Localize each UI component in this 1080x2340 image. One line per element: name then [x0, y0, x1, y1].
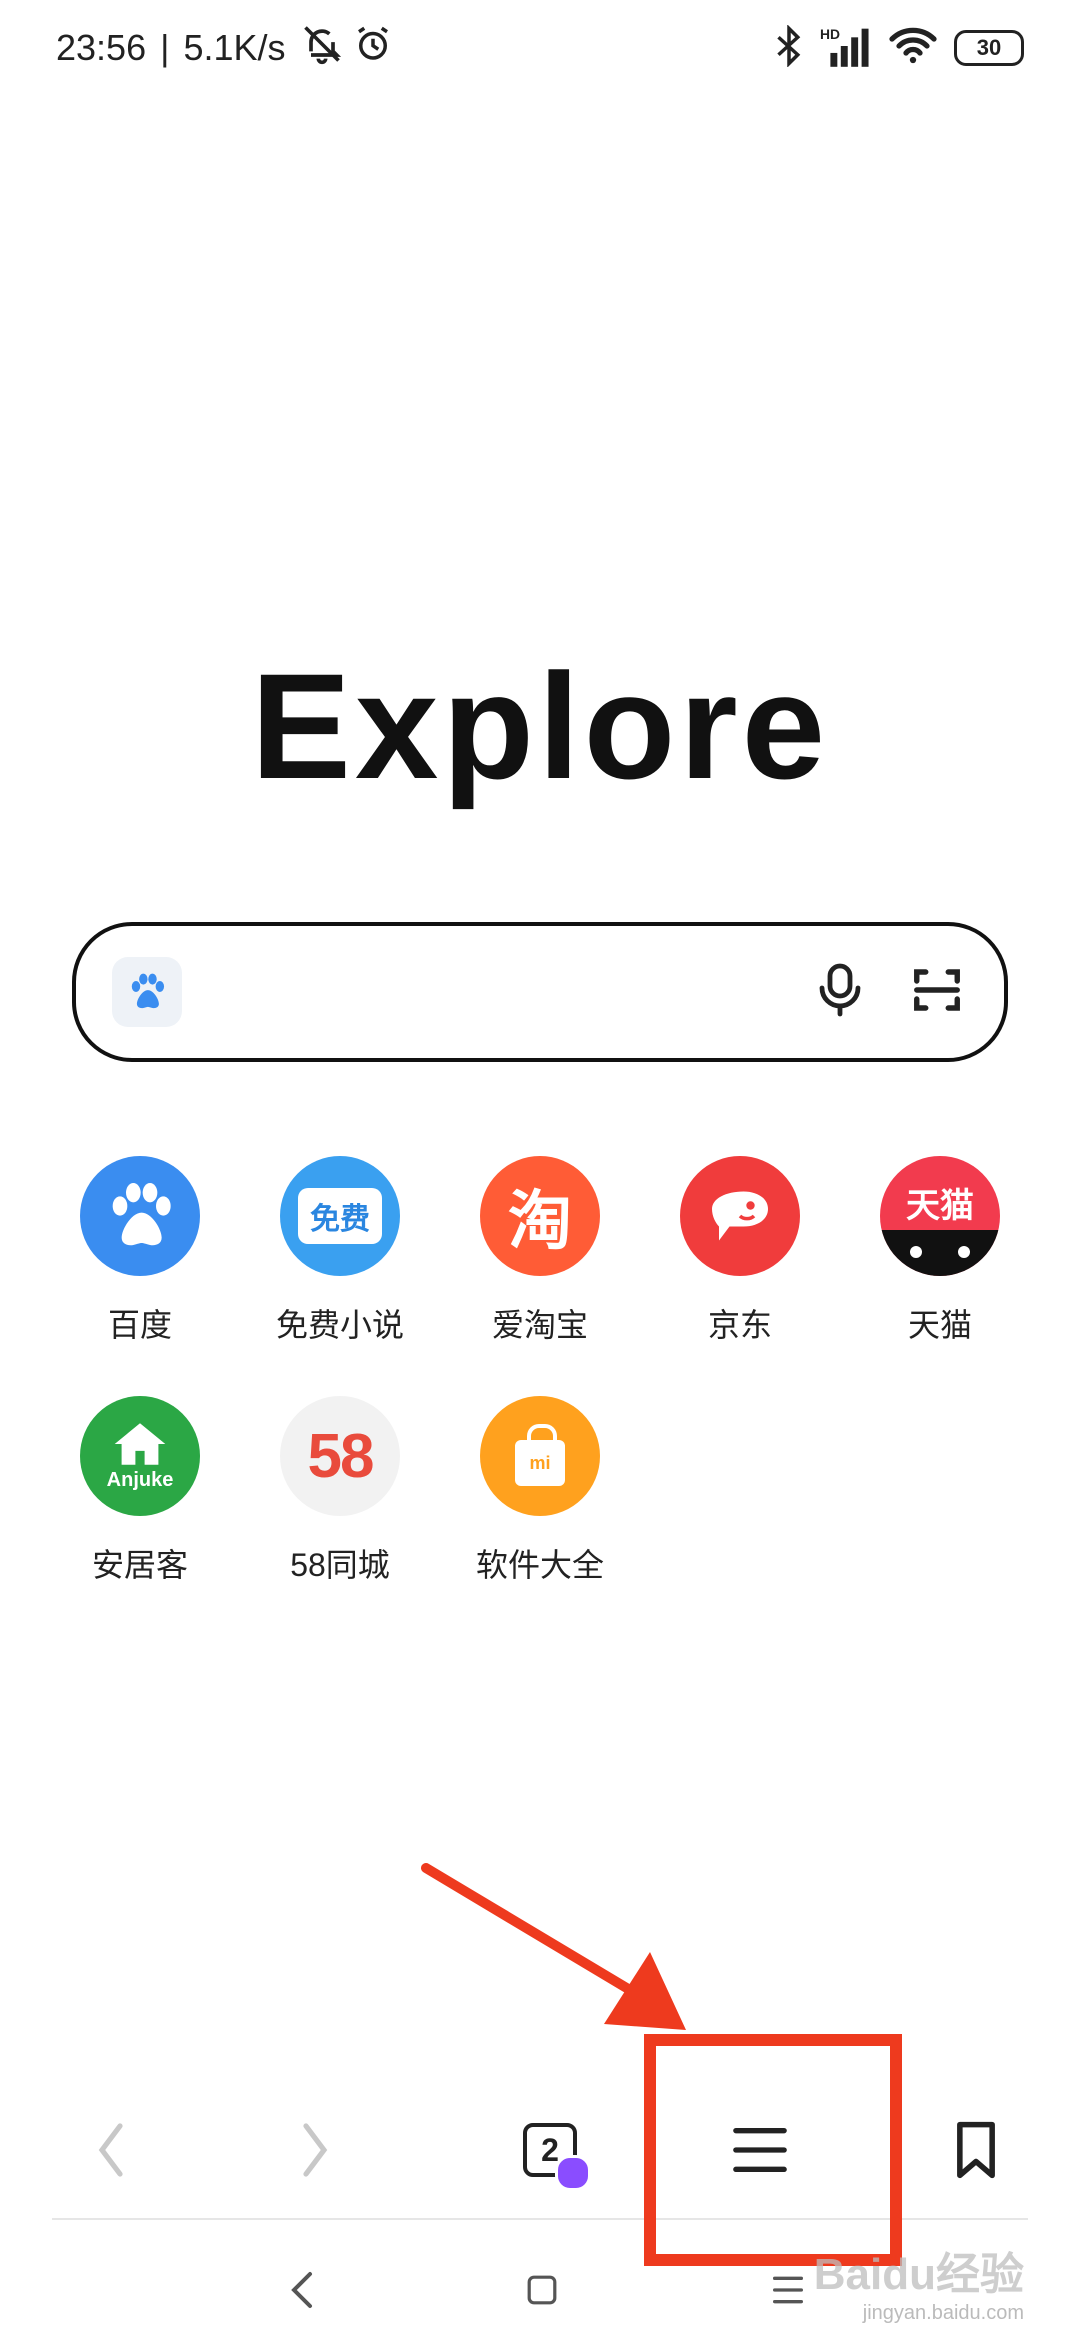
book-icon: 免费 [280, 1156, 400, 1276]
shortcut-58tongcheng[interactable]: 58 58同城 [240, 1396, 440, 1586]
bluetooth-icon [774, 23, 804, 72]
tmall-icon-text: 天猫 [906, 1187, 974, 1225]
status-separator: | [160, 27, 170, 68]
shortcut-label: 爱淘宝 [491, 1307, 588, 1343]
taobao-icon-text: 淘 [508, 1185, 572, 1257]
status-right: HD 30 [774, 22, 1024, 74]
bell-off-icon [300, 22, 344, 75]
shopping-bag-icon: mi [480, 1396, 600, 1516]
search-input[interactable] [202, 970, 796, 1014]
wifi-icon [888, 25, 938, 72]
status-time: 23:56 [56, 27, 147, 68]
shortcut-free-novels[interactable]: 免费 免费小说 [240, 1156, 440, 1346]
search-bar[interactable] [72, 922, 1008, 1062]
search-actions [816, 962, 964, 1023]
annotation-highlight-box [644, 2034, 902, 2266]
bookmark-icon [957, 2121, 995, 2179]
nav-recents-button[interactable] [758, 2260, 818, 2320]
nav-back-button[interactable] [272, 2260, 332, 2320]
shortcut-app-store[interactable]: mi 软件大全 [440, 1396, 640, 1586]
shortcut-baidu[interactable]: 百度 [40, 1156, 240, 1346]
tabs-button[interactable]: 2 [510, 2110, 591, 2191]
watermark-url: jingyan.baidu.com [862, 2302, 1024, 2324]
network-speed: 5.1K/s [183, 27, 286, 68]
battery-level: 30 [976, 35, 1002, 60]
apps-icon-text: mi [529, 1452, 551, 1473]
shortcut-anjuke[interactable]: Anjuke 安居客 [40, 1396, 240, 1586]
shortcut-grid: 百度 免费 免费小说 淘 爱淘宝 京东 天猫 天猫 Anjuke 安居客 58 … [40, 1156, 1040, 1586]
nav-home-button[interactable] [512, 2260, 572, 2320]
status-bar: 23:56 | 5.1K/s HD 30 [0, 0, 1080, 96]
back-button[interactable] [72, 2110, 152, 2190]
shortcut-tmall[interactable]: 天猫 天猫 [840, 1156, 1040, 1346]
shortcut-label: 百度 [107, 1307, 172, 1343]
baidu-jingyan-watermark: Baidu经验 jingyan.baidu.com [814, 2238, 1024, 2325]
tmall-cat-icon: 天猫 [880, 1156, 1000, 1276]
status-left: 23:56 | 5.1K/s [56, 22, 394, 74]
hd-signal-icon: HD [820, 25, 872, 72]
house-icon: Anjuke [80, 1396, 200, 1516]
shortcut-label: 58同城 [290, 1547, 390, 1583]
shortcut-taobao[interactable]: 淘 爱淘宝 [440, 1156, 640, 1346]
nav-home-icon [527, 2275, 557, 2305]
chevron-right-icon [303, 2123, 328, 2177]
incognito-badge-icon [555, 2155, 591, 2191]
anjuke-icon-text: Anjuke [106, 1468, 174, 1491]
svg-text:HD: HD [820, 26, 840, 42]
novel-icon-text: 免费 [310, 1203, 370, 1236]
logo-text: Explore [250, 642, 830, 810]
taobao-icon: 淘 [480, 1156, 600, 1276]
shortcut-jd[interactable]: 京东 [640, 1156, 840, 1346]
nav-recents-icon [773, 2276, 803, 2304]
battery-icon: 30 [954, 30, 1024, 66]
shortcut-label: 京东 [707, 1307, 772, 1343]
baidu-icon [80, 1156, 200, 1276]
tab-count-icon: 2 [523, 2123, 591, 2191]
58-icon-text: 58 [307, 1421, 375, 1491]
search-engine-selector[interactable] [112, 957, 182, 1027]
watermark-brand: Baidu [813, 2250, 936, 2299]
chevron-left-icon [98, 2123, 123, 2177]
paw-icon [131, 973, 165, 1009]
scan-icon[interactable] [910, 963, 964, 1022]
explore-logo: Explore [0, 640, 1080, 813]
shortcut-label: 天猫 [907, 1307, 972, 1343]
alarm-icon [352, 23, 394, 74]
watermark-brand-suffix: 经验 [936, 2250, 1024, 2299]
58-icon: 58 [280, 1396, 400, 1516]
bookmarks-button[interactable] [936, 2110, 1016, 2190]
shortcut-label: 免费小说 [275, 1307, 404, 1343]
shortcut-label: 软件大全 [475, 1547, 604, 1583]
microphone-icon[interactable] [816, 962, 864, 1023]
forward-button[interactable] [274, 2110, 354, 2190]
jd-dog-icon [680, 1156, 800, 1276]
nav-back-icon [291, 2272, 312, 2308]
shortcut-label: 安居客 [91, 1547, 188, 1583]
